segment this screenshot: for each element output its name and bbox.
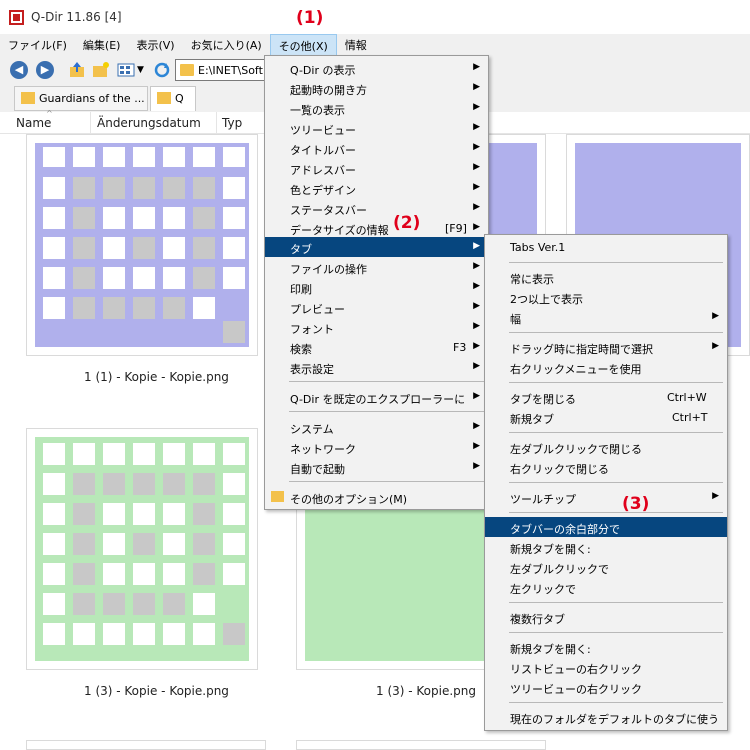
menu-item-network[interactable]: ネットワーク ▶ bbox=[265, 437, 488, 457]
menu-item-file-ops[interactable]: ファイルの操作 ▶ bbox=[265, 257, 488, 277]
menu-other[interactable]: その他(X) bbox=[269, 34, 337, 56]
menu-item-other-options[interactable]: その他のオプション(M) bbox=[265, 487, 488, 507]
tab-label: Guardians of the ... bbox=[39, 92, 145, 105]
menu-edit[interactable]: 編集(E) bbox=[75, 34, 129, 56]
submenu-item-right-click-menu[interactable]: 右クリックメニューを使用 bbox=[485, 357, 727, 377]
menu-separator bbox=[509, 602, 723, 603]
menu-item-tree-view[interactable]: ツリービュー ▶ bbox=[265, 118, 488, 138]
menu-item-startup[interactable]: 起動時の開き方 ▶ bbox=[265, 78, 488, 98]
menu-separator bbox=[509, 632, 723, 633]
thumbnail-6[interactable] bbox=[26, 740, 266, 750]
menu-separator bbox=[509, 262, 723, 263]
folder-icon bbox=[271, 491, 284, 502]
menu-item-status-bar[interactable]: ステータスバー ▶ bbox=[265, 198, 488, 218]
menu-separator bbox=[509, 332, 723, 333]
new-folder-icon[interactable] bbox=[92, 61, 110, 79]
sort-up-icon: ^ bbox=[46, 109, 53, 118]
tabs-submenu: Tabs Ver.1 常に表示 2つ以上で表示 幅 ▶ ドラッグ時に指定時間で選択… bbox=[484, 234, 728, 731]
menu-separator bbox=[509, 482, 723, 483]
other-menu: Q-Dir の表示 ▶ 起動時の開き方 ▶ 一覧の表示 ▶ ツリービュー ▶ タイトルバ… bbox=[264, 55, 489, 510]
menu-separator bbox=[509, 382, 723, 383]
thumbnail-caption: 1 (1) - Kopie - Kopie.png bbox=[84, 370, 229, 384]
submenu-item-new-tab[interactable]: 新規タブ Ctrl+T bbox=[485, 407, 727, 427]
menu-item-title-bar[interactable]: タイトルバー ▶ bbox=[265, 138, 488, 158]
menu-item-autostart[interactable]: 自動で起動 ▶ bbox=[265, 457, 488, 477]
submenu-item-show-two-or-more[interactable]: 2つ以上で表示 bbox=[485, 287, 727, 307]
column-type[interactable]: Typ bbox=[222, 116, 242, 130]
thumbnail-caption: 1 (3) - Kopie.png bbox=[376, 684, 477, 698]
menu-item-search[interactable]: 検索 F3 ▶ bbox=[265, 337, 488, 357]
menu-separator bbox=[509, 512, 723, 513]
submenu-item-right-click-close[interactable]: 右クリックで閉じる bbox=[485, 457, 727, 477]
submenu-item-tabbar-blank[interactable]: タブバーの余白部分で bbox=[485, 517, 727, 537]
menu-item-data-size[interactable]: データサイズの情報 [F9] ▶ bbox=[265, 218, 488, 238]
menu-separator bbox=[289, 381, 484, 382]
thumbnail-4[interactable] bbox=[26, 428, 258, 670]
menu-view[interactable]: 表示(V) bbox=[128, 34, 182, 56]
menu-bar: ファイル(F) 編集(E) 表示(V) お気に入り(A) その他(X) 情報 bbox=[0, 34, 750, 56]
column-date[interactable]: Änderungsdatum bbox=[97, 116, 201, 130]
menu-separator bbox=[509, 702, 723, 703]
address-bar[interactable]: E:\INET\Soft bbox=[175, 59, 275, 81]
column-name[interactable]: Name bbox=[16, 116, 51, 130]
submenu-item-default-tab-folder[interactable]: 現在のフォルダをデフォルトのタブに使う bbox=[485, 707, 727, 727]
menu-file[interactable]: ファイル(F) bbox=[0, 34, 75, 56]
back-icon[interactable]: ◀ bbox=[10, 61, 28, 79]
menu-item-font[interactable]: フォント ▶ bbox=[265, 317, 488, 337]
folder-icon bbox=[157, 92, 171, 104]
thumbnail-1[interactable] bbox=[26, 134, 258, 356]
menu-separator bbox=[509, 432, 723, 433]
submenu-item-multi-row[interactable]: 複数行タブ bbox=[485, 607, 727, 627]
submenu-item-treeview-right-click[interactable]: ツリービューの右クリック bbox=[485, 677, 727, 697]
submenu-item-width[interactable]: 幅 ▶ bbox=[485, 307, 727, 327]
menu-favorites[interactable]: お気に入り(A) bbox=[183, 34, 270, 56]
menu-item-preview[interactable]: プレビュー ▶ bbox=[265, 297, 488, 317]
menu-item-colors[interactable]: 色とデザイン ▶ bbox=[265, 178, 488, 198]
submenu-item-tabs-version: Tabs Ver.1 bbox=[510, 241, 566, 254]
menu-separator bbox=[289, 411, 484, 412]
menu-item-address-bar[interactable]: アドレスバー ▶ bbox=[265, 158, 488, 178]
column-divider[interactable] bbox=[216, 112, 217, 134]
submenu-item-always-show[interactable]: 常に表示 bbox=[485, 267, 727, 287]
submenu-item-drag-select[interactable]: ドラッグ時に指定時間で選択 ▶ bbox=[485, 337, 727, 357]
submenu-item-close-tab[interactable]: タブを閉じる Ctrl+W bbox=[485, 387, 727, 407]
thumbnail-image bbox=[35, 143, 249, 347]
annotation-2: (2) bbox=[393, 213, 421, 233]
submenu-item-listview-right-click[interactable]: リストビューの右クリック bbox=[485, 657, 727, 677]
menu-item-tabs[interactable]: タブ ▶ bbox=[265, 237, 488, 257]
menu-item-display-settings[interactable]: 表示設定 ▶ bbox=[265, 357, 488, 377]
title-bar: Q-Dir 11.86 [4] bbox=[0, 0, 750, 34]
menu-item-system[interactable]: システム ▶ bbox=[265, 417, 488, 437]
submenu-item-left-click[interactable]: 左クリックで bbox=[485, 577, 727, 597]
up-folder-icon[interactable] bbox=[68, 61, 86, 79]
folder-icon bbox=[21, 92, 35, 104]
tab-guardians[interactable]: Guardians of the ... bbox=[14, 86, 148, 111]
address-path: E:\INET\Soft bbox=[198, 64, 263, 77]
column-divider[interactable] bbox=[90, 112, 91, 134]
refresh-icon[interactable] bbox=[153, 61, 171, 79]
menu-item-list-view[interactable]: 一覧の表示 ▶ bbox=[265, 98, 488, 118]
tab-label: Q bbox=[175, 92, 184, 105]
folder-icon bbox=[180, 64, 194, 76]
view-mode-icon[interactable] bbox=[117, 61, 135, 79]
menu-separator bbox=[289, 481, 484, 482]
menu-item-default-explorer[interactable]: Q-Dir を既定のエクスプローラーに ▶ bbox=[265, 387, 488, 407]
submenu-item-double-click-close[interactable]: 左ダブルクリックで閉じる bbox=[485, 437, 727, 457]
thumbnail-7[interactable] bbox=[296, 740, 546, 750]
app-icon[interactable] bbox=[9, 10, 24, 25]
annotation-3: (3) bbox=[622, 494, 650, 514]
forward-icon[interactable]: ▶ bbox=[36, 61, 54, 79]
tab-q[interactable]: Q bbox=[150, 86, 196, 111]
submenu-item-open-new-tab[interactable]: 新規タブを開く: bbox=[485, 537, 727, 557]
menu-info[interactable]: 情報 bbox=[337, 34, 375, 56]
window-title: Q-Dir 11.86 [4] bbox=[31, 10, 122, 24]
menu-item-qdir-view[interactable]: Q-Dir の表示 ▶ bbox=[265, 58, 488, 78]
submenu-item-open-new-tab-2[interactable]: 新規タブを開く: bbox=[485, 637, 727, 657]
menu-item-print[interactable]: 印刷 ▶ bbox=[265, 277, 488, 297]
thumbnail-image bbox=[35, 437, 249, 661]
submenu-item-tooltip[interactable]: ツールチップ ▶ bbox=[485, 487, 727, 507]
thumbnail-caption: 1 (3) - Kopie - Kopie.png bbox=[84, 684, 229, 698]
annotation-1: (1) bbox=[296, 8, 324, 28]
submenu-item-left-double-click[interactable]: 左ダブルクリックで bbox=[485, 557, 727, 577]
